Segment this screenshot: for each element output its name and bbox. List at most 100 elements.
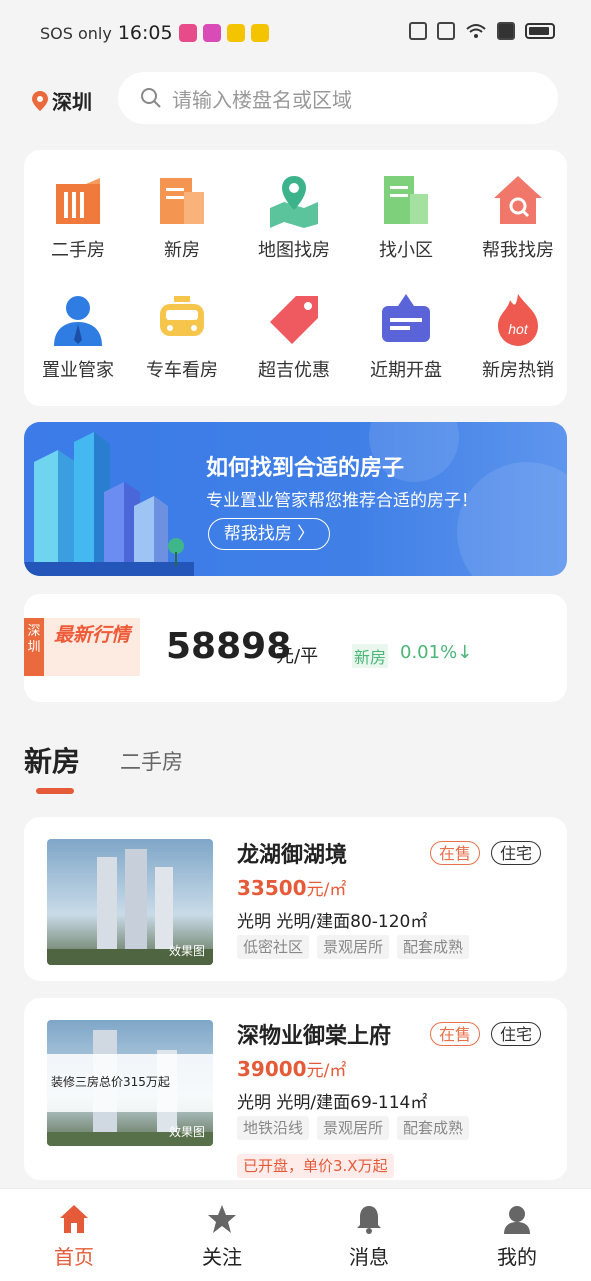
grid-label: 专车看房: [146, 360, 218, 381]
listing-tags: 低密社区 景观居所 配套成熟: [237, 935, 470, 959]
house-search-icon: [494, 176, 542, 224]
status-bar: SOS only 16:05: [0, 0, 591, 64]
promo-overlay: 装修三房总价315万起: [47, 1054, 213, 1112]
app-notification-icon: [178, 24, 197, 42]
market-card[interactable]: 深圳 最新行情 58898 元/平 新房 0.01%↓: [24, 594, 567, 702]
tab-new-house[interactable]: 新房: [24, 740, 80, 780]
photo-label: 效果图: [168, 944, 205, 958]
grid-label: 新房热销: [482, 360, 554, 381]
banner-subtitle: 专业置业管家帮您推荐合适的房子！: [206, 491, 478, 511]
city-illustration: [24, 432, 194, 576]
community-icon: [384, 176, 428, 224]
nav-home[interactable]: 首页: [34, 1203, 114, 1270]
nfc-icon: [409, 22, 427, 40]
price-unit: 元/㎡: [306, 880, 347, 900]
price-value: 33500: [237, 876, 307, 900]
app-notification-icon: [202, 24, 221, 42]
nav-label: 消息: [349, 1245, 389, 1269]
type-badge: 住宅: [491, 841, 542, 865]
grid-item-opening[interactable]: 近期开盘: [352, 292, 460, 382]
grid-item-new-house[interactable]: 新房: [128, 172, 236, 262]
user-icon: [504, 1206, 530, 1234]
new-house-icon: [160, 178, 204, 224]
help-find-button[interactable]: 帮我找房 〉: [208, 518, 330, 550]
grid-item-help-find[interactable]: 帮我找房: [464, 172, 572, 262]
carrier-text: SOS only: [40, 23, 112, 43]
home-icon: [60, 1205, 88, 1233]
grid-item-community[interactable]: 找小区: [352, 172, 460, 262]
grid-label: 找小区: [379, 240, 433, 261]
market-price: 58898: [166, 626, 292, 667]
promo-banner[interactable]: 如何找到合适的房子 专业置业管家帮您推荐合适的房子！ 帮我找房 〉: [24, 422, 567, 576]
nav-label: 首页: [54, 1245, 94, 1269]
sign-icon: [382, 294, 430, 342]
tab-indicator: [36, 788, 74, 794]
battery-icon: [525, 23, 555, 39]
grid-item-hot[interactable]: hot 新房热销: [464, 292, 572, 382]
tab-second-hand[interactable]: 二手房: [120, 746, 183, 776]
clock: 16:05: [117, 22, 173, 44]
type-badge: 住宅: [491, 1022, 542, 1046]
location-pin-icon: [32, 90, 48, 111]
bottom-nav: 首页 关注 消息 我的: [0, 1188, 591, 1281]
app-notification-icon: [226, 24, 245, 42]
top-bar: 深圳 请输入楼盘名或区域: [0, 64, 591, 134]
search-icon: [141, 88, 161, 108]
grid-label: 地图找房: [258, 240, 330, 261]
map-pin-icon: [270, 176, 318, 228]
nav-follow[interactable]: 关注: [182, 1203, 262, 1270]
photo-label: 效果图: [168, 1125, 205, 1139]
listing-tag: 配套成熟: [397, 935, 470, 959]
price-unit: 元/㎡: [306, 1061, 347, 1081]
discount-tag-icon: [270, 296, 318, 344]
status-right: [409, 22, 555, 40]
grid-item-map[interactable]: 地图找房: [240, 172, 348, 262]
star-icon: [208, 1205, 236, 1233]
listing-price: 33500元/㎡: [237, 875, 346, 900]
grid-label: 超吉优惠: [258, 360, 330, 381]
grid-item-agent[interactable]: 置业管家: [24, 292, 132, 382]
alert-icon: [497, 22, 515, 40]
app-notification-icon: [250, 24, 269, 42]
grid-item-discount[interactable]: 超吉优惠: [240, 292, 348, 382]
listing-tags: 地铁沿线 景观居所 配套成熟: [237, 1116, 470, 1140]
status-badge: 在售: [430, 1022, 481, 1046]
city-selector[interactable]: 深圳: [32, 86, 92, 115]
building-icon: [56, 178, 100, 224]
listing-card[interactable]: 效果图 龙湖御湖境 在售 住宅 33500元/㎡ 光明 光明/建面80-120㎡…: [24, 817, 567, 981]
listing-name: 龙湖御湖境: [237, 843, 348, 868]
market-change: 0.01%↓: [400, 642, 473, 663]
wifi-icon: [466, 24, 486, 38]
grid-label: 帮我找房: [482, 240, 554, 261]
grid-label: 置业管家: [42, 360, 114, 381]
market-unit: 元/平: [276, 646, 319, 667]
listing-card[interactable]: 装修三房总价315万起 效果图 深物业御棠上府 在售 住宅 39000元/㎡ 光…: [24, 998, 567, 1180]
grid-label: 新房: [164, 240, 200, 261]
listing-photo: 效果图: [47, 839, 213, 965]
search-input[interactable]: 请输入楼盘名或区域: [118, 72, 558, 124]
price-value: 39000: [237, 1057, 307, 1081]
listing-name: 深物业御棠上府: [237, 1024, 392, 1049]
status-left: SOS only 16:05: [40, 22, 269, 44]
listing-tag: 景观居所: [317, 935, 390, 959]
taxi-icon: [160, 296, 204, 336]
listing-price: 39000元/㎡: [237, 1056, 346, 1081]
svg-text:hot: hot: [508, 321, 529, 337]
bell-icon: [357, 1206, 381, 1234]
grid-label: 二手房: [51, 240, 105, 261]
listing-tag: 低密社区: [237, 935, 310, 959]
search-placeholder: 请输入楼盘名或区域: [172, 87, 352, 112]
listing-photo: 装修三房总价315万起 效果图: [47, 1020, 213, 1146]
hot-icon: hot: [498, 294, 538, 346]
grid-item-second-hand[interactable]: 二手房: [24, 172, 132, 262]
listing-note: 已开盘，单价3.X万起: [237, 1154, 394, 1178]
market-type: 新房: [352, 644, 389, 668]
listing-address: 光明 光明/建面80-120㎡: [237, 912, 428, 932]
nav-label: 关注: [202, 1245, 242, 1269]
nav-mine[interactable]: 我的: [477, 1203, 557, 1270]
nav-messages[interactable]: 消息: [329, 1203, 409, 1270]
market-label: 最新行情: [44, 618, 140, 676]
status-badge: 在售: [430, 841, 481, 865]
quick-entry-grid: 二手房 新房 地图找房 找小区 帮我找房 置业管家 专车看房 超吉优惠 近期开盘…: [24, 150, 567, 406]
grid-item-taxi[interactable]: 专车看房: [128, 292, 236, 382]
